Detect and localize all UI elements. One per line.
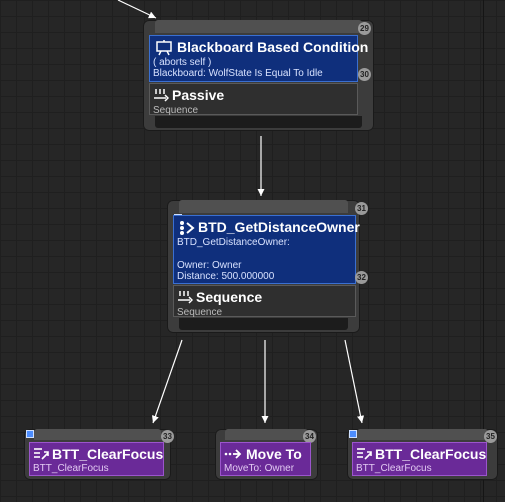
root-node-output-pin[interactable] <box>155 116 362 128</box>
task-title: Move To <box>246 446 302 462</box>
middle-node[interactable]: 31 BTD_GetDistanceOwner BTD_GetDistanceO… <box>167 200 368 333</box>
composite-title: Passive <box>172 87 225 103</box>
breakpoint-flag-icon <box>26 430 34 438</box>
task-subtitle: BTT_ClearFocus <box>356 463 432 474</box>
task-node-clear-focus-2[interactable]: 35 BTT_ClearFocus BTT_ClearFocus <box>347 429 498 480</box>
task-input-pin[interactable] <box>225 429 308 440</box>
composite-title: Sequence <box>196 289 263 305</box>
wire-middle-to-task-3 <box>344 339 365 424</box>
decorator-index-badge: 30 <box>358 68 371 81</box>
task-title: BTT_ClearFocus <box>52 446 164 462</box>
task-input-pin[interactable] <box>357 429 488 440</box>
task-subtitle: MoveTo: Owner <box>224 463 295 474</box>
composite-sequence[interactable]: Sequence Sequence <box>173 285 356 318</box>
task-body[interactable]: BTT_ClearFocus BTT_ClearFocus <box>352 442 487 476</box>
clear-focus-icon <box>356 447 372 464</box>
root-node-index-badge: 29 <box>358 22 371 35</box>
decorator-condition: Blackboard: WolfState Is Equal To Idle <box>153 68 323 79</box>
clear-focus-icon <box>33 447 49 464</box>
middle-node-index-badge: 31 <box>355 202 368 215</box>
sequence-icon <box>153 88 170 105</box>
decorator-title: BTD_GetDistanceOwner <box>198 219 360 235</box>
decorator-abort-mode: ( aborts self ) <box>153 57 212 68</box>
wire-middle-to-task-1 <box>151 339 183 424</box>
decorator-line-1: BTD_GetDistanceOwner: <box>177 237 290 248</box>
composite-subtitle: Sequence <box>153 105 199 116</box>
decorator-line-distance: Distance: 500.000000 <box>177 271 275 282</box>
wire-incoming <box>117 0 157 19</box>
middle-node-input-pin[interactable] <box>179 200 348 213</box>
task-subtitle: BTT_ClearFocus <box>33 463 109 474</box>
breakpoint-flag-icon <box>349 430 357 438</box>
middle-node-output-pin[interactable] <box>179 318 348 330</box>
task-body[interactable]: Move To MoveTo: Owner <box>220 442 311 476</box>
distance-decorator[interactable]: BTD_GetDistanceOwner BTD_GetDistanceOwne… <box>173 215 360 284</box>
decorator-line-owner: Owner: Owner <box>177 260 242 271</box>
composite-subtitle: Sequence <box>177 307 223 318</box>
move-to-icon <box>224 447 242 464</box>
task-node-move-to[interactable]: 34 Move To MoveTo: Owner <box>215 429 318 480</box>
composite-passive[interactable]: Passive Sequence <box>149 83 358 116</box>
task-input-pin[interactable] <box>34 429 161 440</box>
root-node[interactable]: 29 Blackboard Based Condition ( aborts s… <box>143 20 374 131</box>
task-title: BTT_ClearFocus <box>375 446 487 462</box>
blackboard-decorator[interactable]: Blackboard Based Condition ( aborts self… <box>149 35 368 82</box>
decorator-index-badge: 32 <box>355 271 368 284</box>
task-node-clear-focus-1[interactable]: 33 BTT_ClearFocus BTT_ClearFocus <box>24 429 174 480</box>
task-body[interactable]: BTT_ClearFocus BTT_ClearFocus <box>29 442 164 476</box>
root-node-input-pin[interactable] <box>155 20 362 33</box>
sequence-icon <box>177 290 194 307</box>
decorator-title: Blackboard Based Condition <box>177 39 369 55</box>
